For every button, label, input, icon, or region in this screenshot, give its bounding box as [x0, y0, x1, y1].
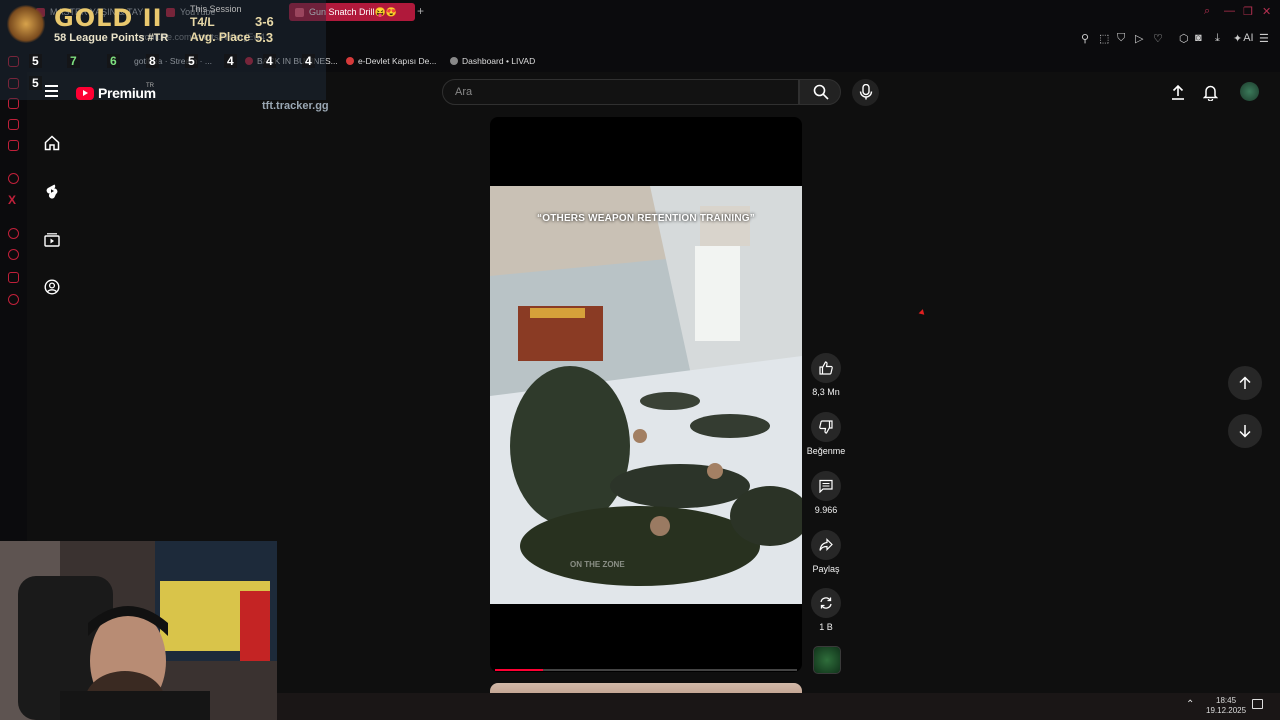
home-icon[interactable] — [44, 135, 60, 151]
edevlet-icon — [346, 57, 354, 65]
microphone-icon — [859, 84, 873, 100]
menu-icon[interactable]: ☰ — [1259, 32, 1269, 45]
tft-placement: 7 — [67, 54, 80, 68]
tft-placement: 5 — [29, 76, 42, 90]
clock-time: 18:45 — [1216, 696, 1237, 705]
tft-placement: 5 — [185, 54, 198, 68]
next-short-button[interactable] — [1228, 414, 1262, 448]
settings-icon[interactable] — [8, 294, 19, 305]
instagram-icon[interactable] — [8, 173, 19, 184]
minimize-icon[interactable]: — — [1224, 5, 1235, 17]
like-button[interactable]: 8,3 Mn — [806, 353, 846, 397]
tft-rank: GOLD II — [54, 4, 163, 32]
account-avatar[interactable] — [1240, 82, 1259, 101]
dislike-button[interactable]: Beğenme — [806, 412, 846, 456]
ai-button[interactable]: ✦ AI — [1233, 32, 1254, 45]
comment-icon — [819, 479, 833, 493]
music-icon[interactable] — [8, 140, 19, 151]
previous-short-button[interactable] — [1228, 366, 1262, 400]
player-icon[interactable] — [8, 228, 19, 239]
tft-placement: 5 — [29, 54, 42, 68]
taskbar — [277, 693, 1280, 720]
arrow-down-icon — [1239, 425, 1251, 438]
feed-icon[interactable] — [8, 272, 19, 283]
play-icon[interactable]: ▷ — [1135, 32, 1143, 45]
new-tab-button[interactable]: + — [417, 4, 424, 18]
tft-placement: 4 — [224, 54, 237, 68]
search-box — [442, 79, 799, 105]
tft-placement: 4 — [263, 54, 276, 68]
maximize-icon[interactable]: ❐ — [1243, 5, 1253, 18]
tft-avg-value: 5.3 — [255, 30, 274, 45]
share-button[interactable]: Paylaş — [806, 530, 846, 574]
thumbs-down-icon — [819, 420, 833, 434]
voice-search-button[interactable] — [852, 79, 879, 106]
dashboard-icon — [450, 57, 458, 65]
heart-icon[interactable]: ♡ — [1153, 32, 1163, 45]
video-frame[interactable] — [490, 186, 802, 604]
tft-placement: 8 — [146, 54, 159, 68]
gold-rank-emblem-icon — [6, 5, 46, 43]
youtube-premium-logo[interactable]: Premium — [76, 85, 156, 101]
dislike-label: Beğenme — [806, 446, 846, 456]
profile-icon[interactable]: ◙ — [1195, 32, 1202, 44]
search-icon — [813, 84, 829, 100]
remix-icon — [820, 597, 832, 609]
search-button[interactable] — [799, 79, 841, 105]
shield-icon[interactable]: ⛉ — [1117, 32, 1125, 45]
comments-button[interactable]: 9.966 — [806, 471, 846, 515]
tft-tl-value: 3-6 — [255, 14, 274, 29]
notifications-bell-icon[interactable] — [1203, 84, 1218, 101]
like-count: 8,3 Mn — [812, 387, 840, 397]
share-icon — [819, 538, 833, 551]
search-input[interactable] — [453, 85, 787, 99]
x-icon[interactable]: X — [8, 193, 16, 207]
tft-placement: 6 — [107, 54, 120, 68]
subscriptions-icon[interactable] — [44, 231, 60, 247]
mouse-cursor-icon — [918, 309, 927, 317]
screenshot-icon[interactable]: ⬚ — [1099, 32, 1109, 45]
shorts-icon[interactable] — [44, 183, 60, 199]
history-icon[interactable] — [8, 249, 19, 260]
bag-icon[interactable] — [8, 119, 19, 130]
tft-tracker-watermark: tft.tracker.gg — [262, 100, 329, 112]
clock-date: 19.12.2025 — [1206, 706, 1247, 715]
tft-avg-label: Avg. Place — [190, 30, 251, 44]
thumbs-up-icon — [819, 361, 833, 375]
tray-chevron-icon[interactable]: ⌃ — [1186, 699, 1194, 710]
guide-menu-button[interactable] — [45, 85, 59, 100]
taskbar-clock[interactable]: 18:45 19.12.2025 — [1206, 696, 1246, 716]
arrow-up-icon — [1239, 376, 1251, 389]
tft-tl-label: T4/L — [190, 15, 215, 29]
remix-button[interactable]: 1 B — [806, 588, 846, 632]
share-label: Paylaş — [812, 564, 840, 574]
search-tabs-icon[interactable]: ⌕ — [1204, 5, 1210, 18]
video-watermark: ON THE ZONE — [570, 560, 625, 569]
upload-icon[interactable] — [1171, 84, 1185, 100]
comment-count: 9.966 — [814, 505, 838, 515]
ai-sparkle-icon: ✦ — [1233, 33, 1243, 45]
channel-avatar[interactable] — [813, 646, 841, 674]
tft-league-points: 58 League Points #TR — [54, 32, 169, 44]
bookmark-item[interactable]: Dashboard • LIVAD — [450, 56, 535, 66]
bookmark-item[interactable]: e-Devlet Kapısı De... — [346, 56, 436, 66]
video-caption: “OTHERS WEAPON RETENTION TRAINING” — [537, 213, 755, 224]
pin-icon[interactable]: ⚲ — [1081, 32, 1089, 45]
tft-session-label: This Session — [190, 4, 242, 14]
extensions-icon[interactable]: ⬡ — [1179, 32, 1189, 45]
notifications-icon[interactable] — [1252, 699, 1263, 709]
region-code: TR — [146, 83, 154, 89]
you-icon[interactable] — [44, 279, 60, 295]
progress-bar-fill — [495, 669, 543, 671]
tft-placement: 4 — [302, 54, 315, 68]
webcam-overlay — [0, 541, 277, 720]
remix-count: 1 B — [819, 622, 833, 632]
youtube-play-icon — [76, 86, 94, 100]
download-icon[interactable]: ⤓ — [1215, 32, 1220, 45]
close-icon[interactable]: ✕ — [1262, 5, 1271, 18]
